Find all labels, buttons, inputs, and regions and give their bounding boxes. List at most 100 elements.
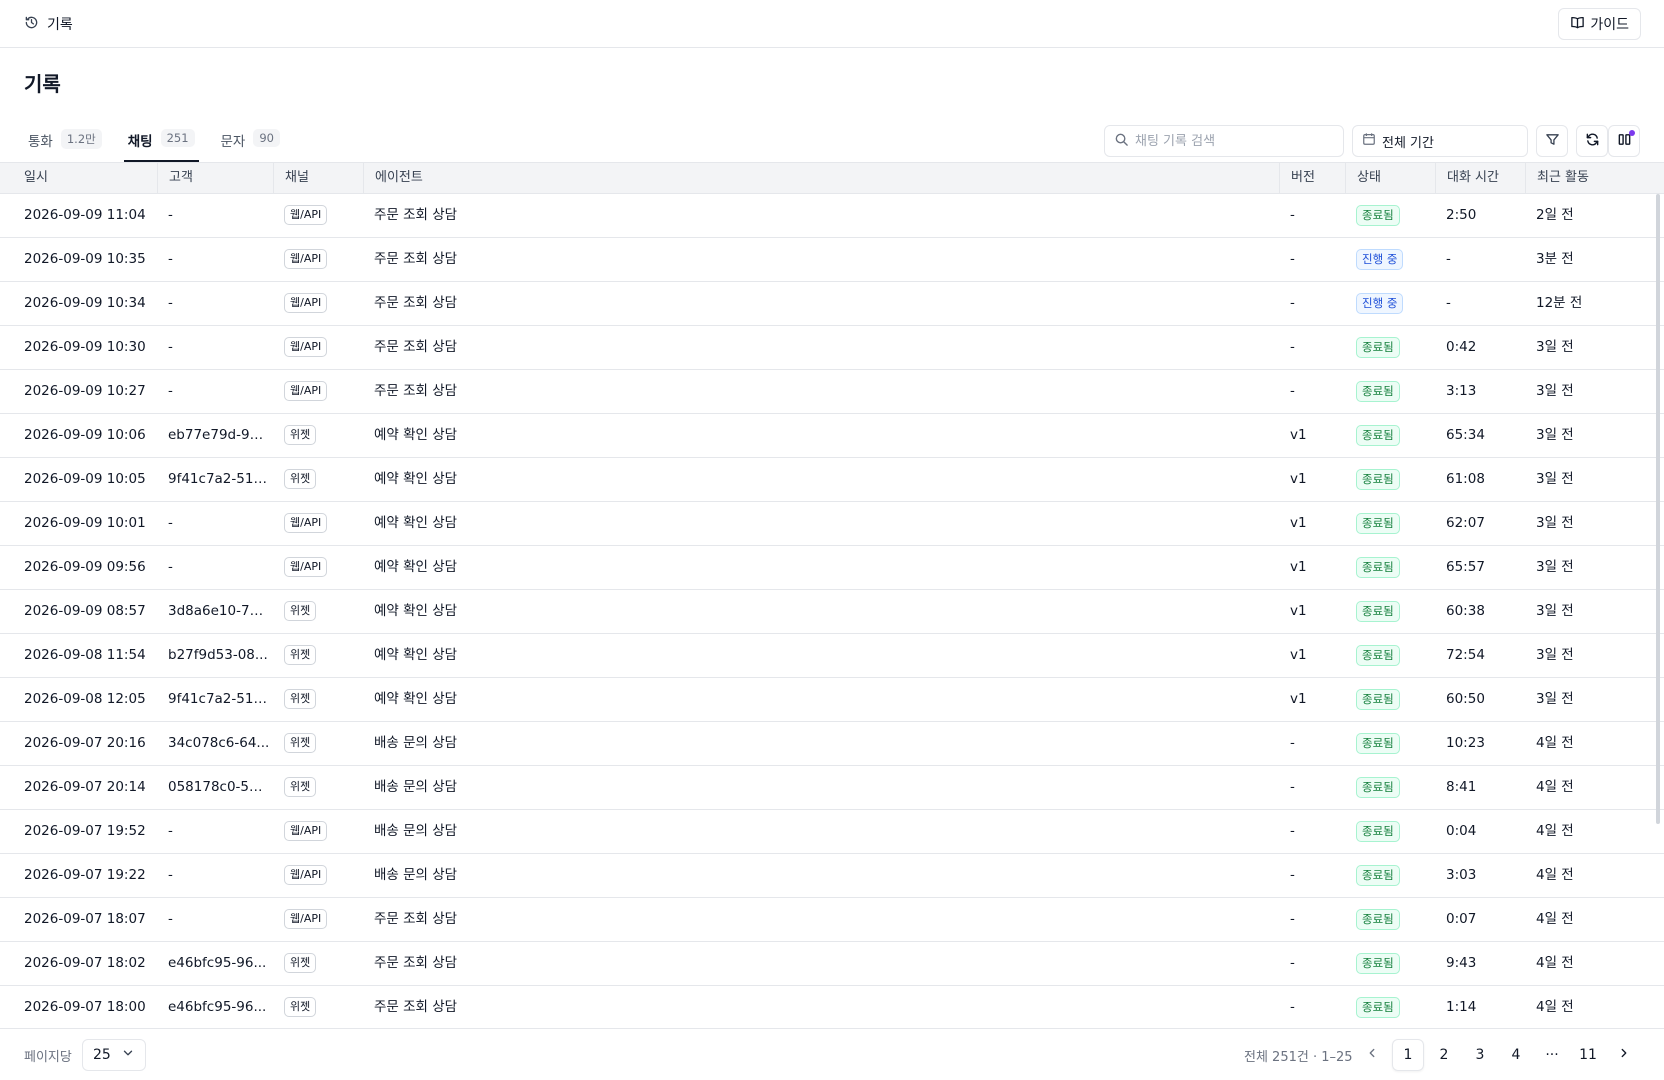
cell-status: 종료됨 [1356,986,1400,1029]
cell-channel: 위젯 [284,766,317,809]
cell-agent: 예약 확인 상담 [374,603,458,619]
channel-badge: 웹/API [284,381,328,401]
cell-agent: 배송 문의 상담 [374,867,458,883]
cell-status: 종료됨 [1356,458,1400,501]
table-row[interactable]: 2026-09-07 18:02 e46bfc95-96... 위젯 주문 조회 상담… [0,942,1664,986]
table-row[interactable]: 2026-09-09 08:57 3d8a6e10-72... 위젯 예약 확인 상담… [0,590,1664,634]
cell-version: - [1290,251,1295,267]
chevron-down-icon [121,1046,135,1064]
scrollbar[interactable] [1656,194,1660,824]
cell-agent: 주문 조회 상담 [374,383,458,399]
column-header-status[interactable]: 상태 [1345,163,1381,193]
cell-customer: - [168,295,173,311]
refresh-icon [1585,132,1600,151]
table-row[interactable]: 2026-09-09 10:27 - 웹/API 주문 조회 상담 - 종료됨 3:13 3일… [0,370,1664,414]
page-button-11[interactable]: 11 [1572,1039,1604,1071]
page-button-2[interactable]: 2 [1428,1039,1460,1071]
column-header-recent-activity[interactable]: 최근 활동 [1525,163,1589,193]
table-row[interactable]: 2026-09-08 12:05 9f41c7a2-51b... 위젯 예약 확인 상… [0,678,1664,722]
table-row[interactable]: 2026-09-09 10:35 - 웹/API 주문 조회 상담 - 진행 중 - 3분 전 [0,238,1664,282]
tab-calls[interactable]: 통화 1.2만 [28,124,102,162]
channel-badge: 웹/API [284,249,328,269]
cell-date: 2026-09-09 10:30 [24,339,146,355]
cell-version: - [1290,779,1295,795]
per-page-label: 페이지당 [24,1050,72,1065]
next-page-button[interactable] [1608,1039,1640,1071]
cell-status: 종료됨 [1356,678,1400,721]
cell-date: 2026-09-07 18:02 [24,955,146,971]
table-row[interactable]: 2026-09-07 19:22 - 웹/API 배송 문의 상담 - 종료됨 3:03 4일… [0,854,1664,898]
table-row[interactable]: 2026-09-09 10:30 - 웹/API 주문 조회 상담 - 종료됨 0:42 3일… [0,326,1664,370]
cell-version: - [1290,383,1295,399]
cell-status: 종료됨 [1356,766,1400,809]
tab-messages[interactable]: 문자 90 [221,124,280,162]
channel-badge: 웹/API [284,865,328,885]
table-row[interactable]: 2026-09-09 10:06 eb77e79d-9a... 위젯 예약 확인 상담… [0,414,1664,458]
table-row[interactable]: 2026-09-09 10:05 9f41c7a2-51b... 위젯 예약 확인 상… [0,458,1664,502]
page-button-1[interactable]: 1 [1392,1039,1424,1071]
search-box[interactable] [1104,125,1344,157]
cell-recent-activity: 3분 전 [1536,251,1574,267]
status-badge: 종료됨 [1356,952,1400,974]
channel-badge: 위젯 [284,469,317,489]
column-header-customer[interactable]: 고객 [157,163,193,193]
channel-badge: 웹/API [284,205,328,225]
page-button-3[interactable]: 3 [1464,1039,1496,1071]
column-header-duration[interactable]: 대화 시간 [1435,163,1499,193]
cell-version: - [1290,295,1295,311]
breadcrumb[interactable]: 기록 [24,14,73,34]
cell-agent: 주문 조회 상담 [374,911,458,927]
cell-version: - [1290,735,1295,751]
table-row[interactable]: 2026-09-07 20:16 34c078c6-64... 위젯 배송 문의 상담… [0,722,1664,766]
cell-agent: 주문 조회 상담 [374,339,458,355]
table-row[interactable]: 2026-09-07 18:00 e46bfc95-96... 위젯 주문 조회 상담… [0,986,1664,1030]
cell-status: 종료됨 [1356,634,1400,677]
cell-recent-activity: 3일 전 [1536,471,1574,487]
guide-button[interactable]: 가이드 [1558,8,1641,40]
cell-version: v1 [1290,471,1307,487]
tab-chats[interactable]: 채팅 251 [123,124,199,162]
channel-badge: 웹/API [284,909,328,929]
status-badge: 진행 중 [1356,248,1404,270]
cell-duration: 72:54 [1446,647,1485,663]
table-row[interactable]: 2026-09-07 18:07 - 웹/API 주문 조회 상담 - 종료됨 0:07 4일… [0,898,1664,942]
status-badge: 종료됨 [1356,556,1400,578]
page-ellipsis: ··· [1545,1047,1559,1063]
channel-badge: 웹/API [284,557,328,577]
filter-button[interactable] [1536,125,1568,157]
cell-agent: 주문 조회 상담 [374,207,458,223]
columns-button[interactable] [1608,125,1640,157]
cell-version: - [1290,999,1295,1015]
cell-agent: 주문 조회 상담 [374,999,458,1015]
refresh-button[interactable] [1576,125,1608,157]
cell-agent: 주문 조회 상담 [374,955,458,971]
cell-customer: e46bfc95-96... [168,955,267,971]
column-header-date[interactable]: 일시 [13,163,48,193]
cell-date: 2026-09-09 09:56 [24,559,146,575]
cell-date: 2026-09-08 11:54 [24,647,146,663]
prev-page-button[interactable] [1356,1039,1388,1071]
cell-date: 2026-09-09 08:57 [24,603,146,619]
search-input[interactable] [1135,133,1335,149]
table-row[interactable]: 2026-09-07 19:52 - 웹/API 배송 문의 상담 - 종료됨 0:04 4일… [0,810,1664,854]
cell-agent: 예약 확인 상담 [374,559,458,575]
cell-recent-activity: 3일 전 [1536,559,1574,575]
per-page-select[interactable]: 25 [82,1039,146,1071]
cell-agent: 예약 확인 상담 [374,647,458,663]
column-header-channel[interactable]: 채널 [273,163,309,193]
table-row[interactable]: 2026-09-09 10:34 - 웹/API 주문 조회 상담 - 진행 중 - 12분 … [0,282,1664,326]
cell-version: - [1290,339,1295,355]
period-select[interactable]: 전체 기간 [1352,125,1528,157]
cell-status: 종료됨 [1356,810,1400,853]
cell-recent-activity: 3일 전 [1536,691,1574,707]
table-row[interactable]: 2026-09-09 11:04 - 웹/API 주문 조회 상담 - 종료됨 2:50 2일… [0,194,1664,238]
table-row[interactable]: 2026-09-09 09:56 - 웹/API 예약 확인 상담 v1 종료됨 65:57… [0,546,1664,590]
column-header-version[interactable]: 버전 [1279,163,1315,193]
column-header-agent[interactable]: 에이전트 [363,163,423,193]
cell-recent-activity: 4일 전 [1536,735,1574,751]
page-button-4[interactable]: 4 [1500,1039,1532,1071]
tab-label: 채팅 [127,134,153,150]
table-row[interactable]: 2026-09-07 20:14 058178c0-57... 위젯 배송 문의 상담… [0,766,1664,810]
table-row[interactable]: 2026-09-09 10:01 - 웹/API 예약 확인 상담 v1 종료됨 62:07… [0,502,1664,546]
table-row[interactable]: 2026-09-08 11:54 b27f9d53-08... 위젯 예약 확인 상담… [0,634,1664,678]
